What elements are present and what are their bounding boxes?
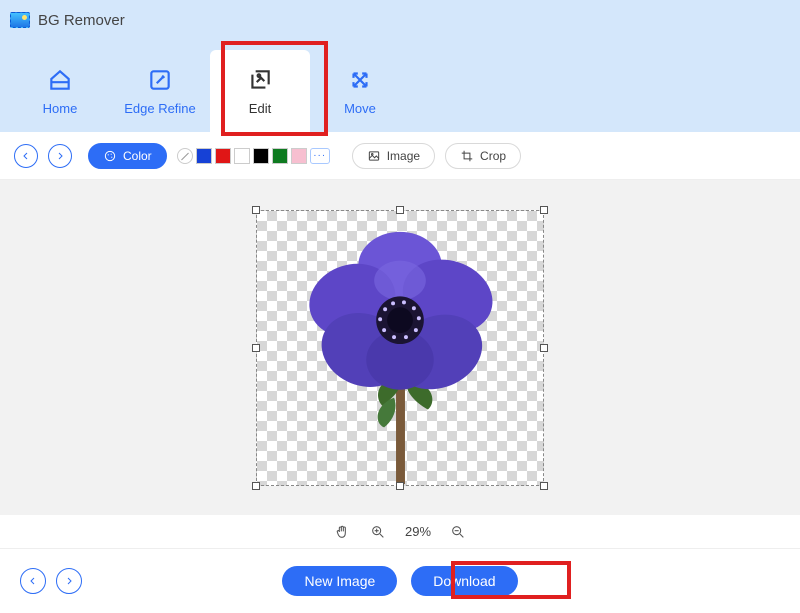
app-logo-icon bbox=[10, 12, 30, 28]
resize-handle-t[interactable] bbox=[396, 206, 404, 214]
swatch-transparent[interactable] bbox=[177, 148, 193, 164]
zoom-in-button[interactable] bbox=[369, 523, 387, 541]
zoom-bar: 29% bbox=[0, 515, 800, 549]
resize-handle-br[interactable] bbox=[540, 482, 548, 490]
edge-refine-icon bbox=[147, 67, 173, 93]
nav-edge-refine[interactable]: Edge Refine bbox=[110, 50, 210, 132]
swatch-green[interactable] bbox=[272, 148, 288, 164]
title-row: BG Remover bbox=[10, 6, 790, 34]
crop-label: Crop bbox=[480, 149, 506, 163]
move-icon bbox=[347, 67, 373, 93]
undo-button[interactable] bbox=[14, 144, 38, 168]
nav-edit[interactable]: Edit bbox=[210, 50, 310, 132]
resize-handle-l[interactable] bbox=[252, 344, 260, 352]
color-mode-button[interactable]: Color bbox=[88, 143, 167, 169]
image-mode-button[interactable]: Image bbox=[352, 143, 435, 169]
resize-handle-r[interactable] bbox=[540, 344, 548, 352]
next-button[interactable] bbox=[56, 568, 82, 594]
zoom-percent: 29% bbox=[405, 524, 431, 539]
canvas-area bbox=[0, 180, 800, 515]
edit-toolbar: Color ··· Image Crop bbox=[0, 132, 800, 180]
prev-button[interactable] bbox=[20, 568, 46, 594]
zoom-out-button[interactable] bbox=[449, 523, 467, 541]
swatch-blue[interactable] bbox=[196, 148, 212, 164]
edit-icon bbox=[247, 67, 273, 93]
footer: New Image Download bbox=[0, 549, 800, 613]
nav-label: Move bbox=[344, 101, 376, 116]
pan-tool-button[interactable] bbox=[333, 523, 351, 541]
swatch-white[interactable] bbox=[234, 148, 250, 164]
swatch-red[interactable] bbox=[215, 148, 231, 164]
footer-actions: New Image Download bbox=[0, 566, 800, 596]
color-swatches: ··· bbox=[177, 148, 330, 164]
resize-handle-tr[interactable] bbox=[540, 206, 548, 214]
new-image-button[interactable]: New Image bbox=[282, 566, 397, 596]
nav-label: Edit bbox=[249, 101, 271, 116]
swatch-black[interactable] bbox=[253, 148, 269, 164]
swatch-more-button[interactable]: ··· bbox=[310, 148, 330, 164]
redo-button[interactable] bbox=[48, 144, 72, 168]
resize-handle-b[interactable] bbox=[396, 482, 404, 490]
nav-home[interactable]: Home bbox=[10, 50, 110, 132]
header: BG Remover Home Edge Refine Edit Move bbox=[0, 0, 800, 132]
nav-label: Edge Refine bbox=[124, 101, 196, 116]
image-canvas[interactable] bbox=[256, 210, 544, 486]
main-nav: Home Edge Refine Edit Move bbox=[10, 40, 790, 132]
app-title: BG Remover bbox=[38, 12, 125, 29]
nav-label: Home bbox=[43, 101, 78, 116]
nav-move[interactable]: Move bbox=[310, 50, 410, 132]
download-button[interactable]: Download bbox=[411, 566, 517, 596]
resize-handle-bl[interactable] bbox=[252, 482, 260, 490]
image-label: Image bbox=[387, 149, 420, 163]
home-icon bbox=[47, 67, 73, 93]
crop-button[interactable]: Crop bbox=[445, 143, 521, 169]
resize-handle-tl[interactable] bbox=[252, 206, 260, 214]
subject-image bbox=[257, 211, 543, 485]
color-label: Color bbox=[123, 149, 152, 163]
swatch-pink[interactable] bbox=[291, 148, 307, 164]
